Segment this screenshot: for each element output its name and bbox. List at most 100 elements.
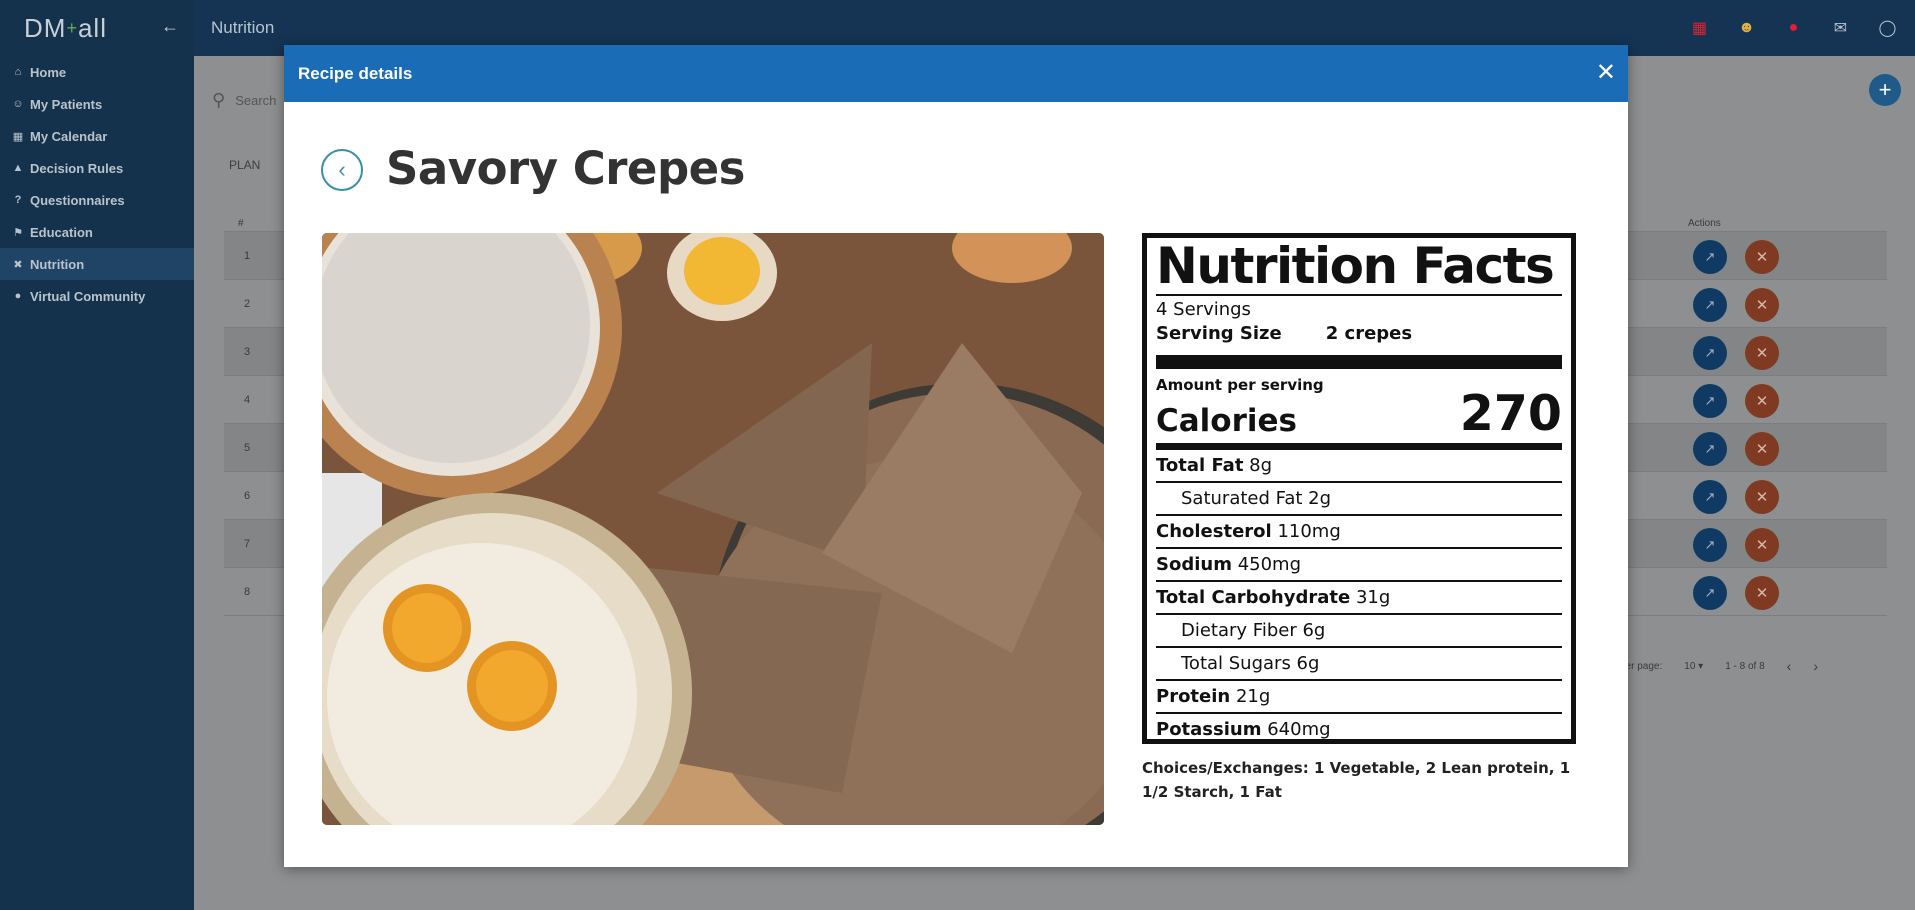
page-title: Nutrition [211,18,275,37]
calories-value: 270 [1459,385,1562,442]
delete-button[interactable]: ✕ [1745,288,1779,322]
back-button[interactable]: ‹ [321,149,363,191]
edit-button[interactable]: ↗ [1693,480,1727,514]
sidebar-item-label: Questionnaires [30,192,125,208]
nutrient-label: Total Fat [1156,455,1244,476]
delete-button[interactable]: ✕ [1745,576,1779,610]
sidebar-item-label: My Calendar [30,128,108,144]
delete-button[interactable]: ✕ [1745,480,1779,514]
account-icon[interactable]: ◯ [1874,14,1901,41]
nutrition-facts-heading: Nutrition Facts [1156,238,1562,296]
row-number: 3 [244,346,251,358]
calories-row: Calories 270 [1156,389,1562,440]
divider-thick [1156,355,1562,369]
servings: 4 Servings [1156,299,1251,320]
sidebar-item-label: Virtual Community [30,288,146,304]
page-range: 1 - 8 of 8 [1725,660,1765,672]
sidebar-item-label: Home [30,64,67,80]
nutrient-row: Total Sugars 6g [1156,648,1562,681]
sidebar-item-my-patients[interactable]: ☺ My Patients [0,88,194,120]
logo-text: DM [24,12,67,43]
recipe-photo [322,233,1104,825]
sidebar-item-my-calendar[interactable]: ▦ My Calendar [0,120,194,152]
sidebar-item-label: My Patients [30,96,103,112]
delete-button[interactable]: ✕ [1745,336,1779,370]
question-icon: ? [14,194,22,206]
nutrient-value: Dietary Fiber 6g [1181,620,1326,641]
nutrient-row: Cholesterol 110mg [1156,516,1562,549]
user-avatar-icon[interactable]: ☻ [1733,14,1760,41]
sidebar-item-home[interactable]: ⌂ Home [0,56,194,88]
search-bar[interactable]: ⚲ Search [212,90,276,111]
delete-button[interactable]: ✕ [1745,528,1779,562]
logo-plus: + [66,17,78,38]
sidebar-item-virtual-community[interactable]: ● Virtual Community [0,280,194,312]
graduation-cap-icon: ⚑ [13,226,23,239]
edit-button[interactable]: ↗ [1693,528,1727,562]
edit-button[interactable]: ↗ [1693,288,1727,322]
close-icon: ✕ [1755,537,1769,554]
row-number: 2 [244,298,251,310]
close-icon: ✕ [1755,297,1769,314]
edit-icon: ↗ [1704,249,1716,264]
choices-exchanges: Choices/Exchanges: 1 Vegetable, 2 Lean p… [1142,759,1571,801]
apps-grid-icon[interactable]: ▦ [1686,14,1713,41]
close-icon[interactable]: ✕ [1596,59,1616,87]
notification-bell-icon[interactable]: ● [1780,14,1807,41]
edit-button[interactable]: ↗ [1693,240,1727,274]
nutrient-label: Protein [1156,686,1231,707]
divider-medium [1156,443,1562,450]
delete-button[interactable]: ✕ [1745,384,1779,418]
edit-icon: ↗ [1704,345,1716,360]
app-logo[interactable]: DM + all ← [0,0,194,56]
add-button[interactable]: + [1869,74,1901,106]
row-number: 6 [244,490,251,502]
row-number: 8 [244,586,251,598]
rows-per-page-select[interactable]: 10 ▾ [1684,661,1703,672]
close-icon: ✕ [1755,441,1769,458]
close-icon: ✕ [1755,345,1769,362]
nutrient-value: Total Sugars 6g [1181,653,1320,674]
sidebar-item-decision-rules[interactable]: ▲ Decision Rules [0,152,194,184]
edit-icon: ↗ [1704,441,1716,456]
row-number: 1 [244,250,251,262]
edit-icon: ↗ [1704,489,1716,504]
prev-page-icon[interactable]: ‹ [1787,658,1792,674]
sidebar-item-education[interactable]: ⚑ Education [0,216,194,248]
search-input[interactable]: Search [235,93,276,108]
sidebar-item-questionnaires[interactable]: ? Questionnaires [0,184,194,216]
row-number: 5 [244,442,251,454]
nutrient-value: Saturated Fat 2g [1181,488,1332,509]
close-icon: ✕ [1755,489,1769,506]
edit-button[interactable]: ↗ [1693,432,1727,466]
modal-title: Recipe details [298,63,413,83]
chat-icon[interactable]: ✉ [1827,14,1854,41]
warning-icon: ▲ [12,162,24,174]
edit-button[interactable]: ↗ [1693,384,1727,418]
edit-icon: ↗ [1704,585,1716,600]
nutrient-label: Sodium [1156,554,1232,575]
tab-plan[interactable]: PLAN [229,158,260,172]
edit-button[interactable]: ↗ [1693,336,1727,370]
nutrient-value: 8g [1249,455,1273,476]
nutrient-row: Potassium 640mg [1156,714,1562,745]
edit-button[interactable]: ↗ [1693,576,1727,610]
next-page-icon[interactable]: › [1813,658,1818,674]
delete-button[interactable]: ✕ [1745,432,1779,466]
edit-icon: ↗ [1704,297,1716,312]
close-icon: ✕ [1755,249,1769,266]
close-icon: ✕ [1755,393,1769,410]
nutrient-value: 21g [1235,686,1271,707]
nutrient-row: Total Fat 8g [1156,450,1562,483]
calories-label: Calories [1156,403,1297,439]
search-icon: ⚲ [212,90,226,110]
sidebar-item-nutrition[interactable]: ✖ Nutrition [0,248,194,280]
row-number: 7 [244,538,251,550]
nutrient-row: Sodium 450mg [1156,549,1562,582]
serving-size: Serving Size 2 crepes [1156,322,1562,346]
collapse-sidebar-arrow-icon[interactable]: ← [161,16,180,37]
edit-icon: ↗ [1704,537,1716,552]
nutrient-value: 31g [1355,587,1391,608]
nutrition-facts-label: Nutrition Facts 4 Servings Serving Size … [1142,233,1576,744]
delete-button[interactable]: ✕ [1745,240,1779,274]
